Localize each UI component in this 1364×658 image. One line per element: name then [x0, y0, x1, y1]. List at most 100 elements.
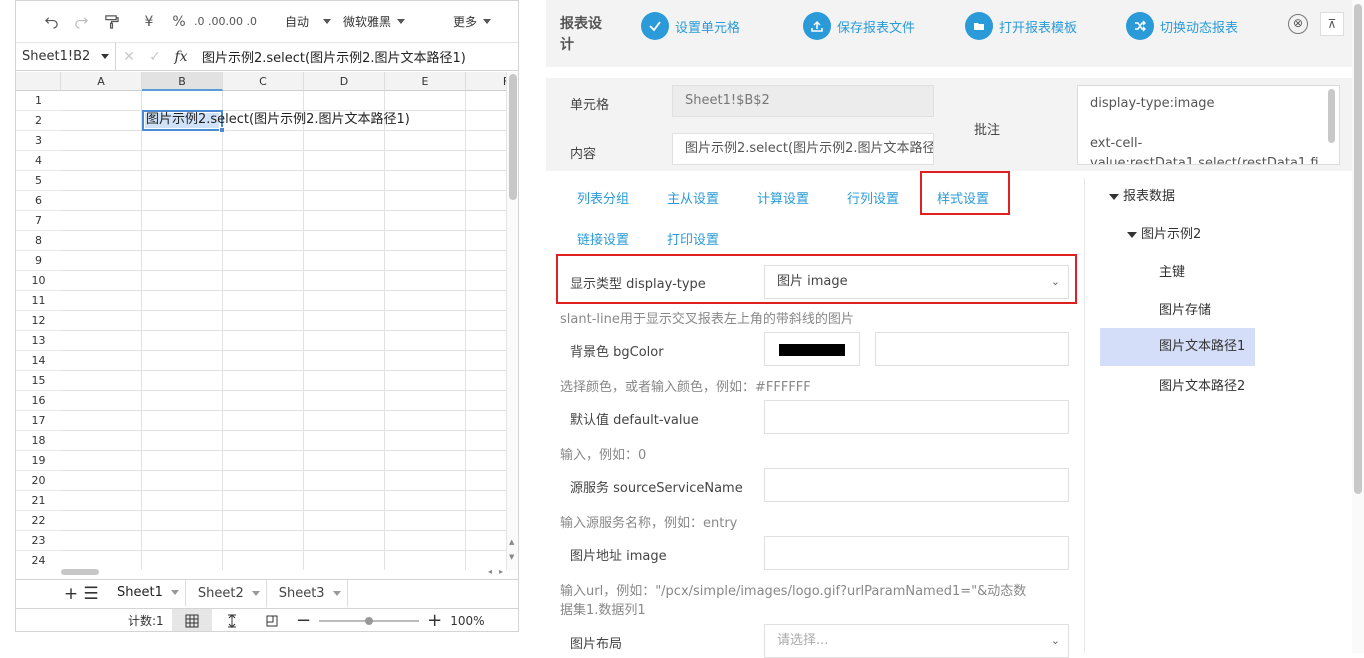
cell[interactable]	[142, 231, 223, 251]
cell[interactable]	[142, 151, 223, 171]
cell[interactable]	[466, 331, 506, 351]
zoom-out-icon[interactable]: −	[296, 610, 311, 631]
cell[interactable]	[223, 531, 304, 551]
cell[interactable]	[223, 331, 304, 351]
cell[interactable]	[142, 431, 223, 451]
cell[interactable]	[61, 231, 142, 251]
cell[interactable]	[304, 451, 385, 471]
cell[interactable]	[223, 311, 304, 331]
cell[interactable]	[61, 191, 142, 211]
cell[interactable]	[61, 151, 142, 171]
cell[interactable]	[304, 511, 385, 531]
cell[interactable]	[466, 511, 506, 531]
cell[interactable]	[61, 471, 142, 491]
more-dropdown[interactable]: 更多	[447, 8, 497, 36]
cell[interactable]	[61, 511, 142, 531]
image-url-input[interactable]	[764, 536, 1069, 570]
row-header[interactable]: 2	[16, 111, 61, 131]
cell[interactable]	[385, 91, 466, 111]
content-field[interactable]: 图片示例2.select(图片示例2.图片文本路径1)	[672, 133, 934, 165]
open-template-button[interactable]: 打开报表模板	[965, 12, 1077, 40]
row-header[interactable]: 4	[16, 151, 61, 171]
cell[interactable]	[385, 271, 466, 291]
cell[interactable]	[304, 411, 385, 431]
column-header-d[interactable]: D	[304, 72, 385, 91]
cell[interactable]	[142, 471, 223, 491]
vertical-scrollbar[interactable]: ▲ ▼	[506, 72, 518, 570]
default-value-input[interactable]	[764, 400, 1069, 434]
cell[interactable]	[142, 511, 223, 531]
cell[interactable]	[466, 431, 506, 451]
tree-node-field[interactable]: 主键	[1159, 254, 1185, 292]
normal-view-icon[interactable]	[172, 609, 212, 631]
cell[interactable]	[385, 211, 466, 231]
cell[interactable]	[223, 291, 304, 311]
cell[interactable]	[385, 351, 466, 371]
cell[interactable]	[385, 251, 466, 271]
number-format-dropdown[interactable]: 自动	[279, 8, 337, 36]
cell[interactable]	[466, 411, 506, 431]
page-break-view-icon[interactable]	[212, 609, 252, 631]
cell[interactable]	[61, 411, 142, 431]
cell[interactable]	[61, 431, 142, 451]
color-picker[interactable]	[764, 332, 860, 366]
row-header[interactable]: 9	[16, 251, 61, 271]
cell[interactable]	[142, 311, 223, 331]
cell[interactable]	[466, 291, 506, 311]
row-header[interactable]: 5	[16, 171, 61, 191]
scroll-left-icon[interactable]: ◂	[488, 567, 492, 576]
sheet-tab-sheet1[interactable]: Sheet1	[105, 580, 186, 607]
cell[interactable]	[385, 511, 466, 531]
function-icon[interactable]: fx	[168, 49, 194, 65]
cell[interactable]	[385, 331, 466, 351]
designer-scrollbar[interactable]	[1352, 0, 1364, 653]
scrollbar-thumb[interactable]	[509, 74, 517, 200]
cell[interactable]	[466, 491, 506, 511]
cell[interactable]	[223, 231, 304, 251]
cell[interactable]	[142, 351, 223, 371]
row-header[interactable]: 24	[16, 551, 61, 570]
cell[interactable]	[61, 351, 142, 371]
cell[interactable]	[466, 111, 506, 131]
cell[interactable]	[223, 251, 304, 271]
cell[interactable]	[304, 331, 385, 351]
cell[interactable]	[304, 191, 385, 211]
row-header[interactable]: 16	[16, 391, 61, 411]
tree-node-field[interactable]: 图片文本路径2	[1159, 368, 1245, 406]
cell[interactable]	[466, 131, 506, 151]
cell[interactable]	[466, 271, 506, 291]
cell[interactable]	[142, 291, 223, 311]
redo-icon[interactable]	[66, 8, 96, 36]
cell[interactable]	[223, 391, 304, 411]
name-box[interactable]: Sheet1!B2	[16, 43, 116, 70]
cell[interactable]	[385, 131, 466, 151]
cell[interactable]	[466, 471, 506, 491]
zoom-slider[interactable]	[319, 616, 420, 625]
cell[interactable]	[223, 451, 304, 471]
cell[interactable]	[304, 91, 385, 111]
decimal-increase-button[interactable]: .0 .00	[194, 8, 226, 36]
cell[interactable]	[223, 271, 304, 291]
row-header[interactable]: 10	[16, 271, 61, 291]
cell[interactable]	[385, 151, 466, 171]
cell[interactable]	[61, 171, 142, 191]
cell[interactable]	[304, 291, 385, 311]
tree-node-field[interactable]: 图片存储	[1159, 292, 1211, 330]
cell[interactable]	[385, 411, 466, 431]
tab-link[interactable]: 链接设置	[577, 229, 629, 248]
row-header[interactable]: 22	[16, 511, 61, 531]
cell[interactable]	[304, 131, 385, 151]
cell[interactable]	[142, 211, 223, 231]
cell[interactable]	[61, 131, 142, 151]
cell[interactable]	[142, 491, 223, 511]
scroll-down-icon[interactable]: ▼	[509, 553, 514, 561]
row-header[interactable]: 17	[16, 411, 61, 431]
cell[interactable]	[385, 191, 466, 211]
cell[interactable]	[223, 131, 304, 151]
close-icon[interactable]: ⊗	[1288, 14, 1308, 34]
undo-icon[interactable]	[36, 8, 66, 36]
tree-node-report-data[interactable]: 报表数据	[1109, 178, 1175, 216]
cell[interactable]	[304, 151, 385, 171]
row-header[interactable]: 23	[16, 531, 61, 551]
scroll-right-icon[interactable]: ▸	[499, 567, 503, 576]
